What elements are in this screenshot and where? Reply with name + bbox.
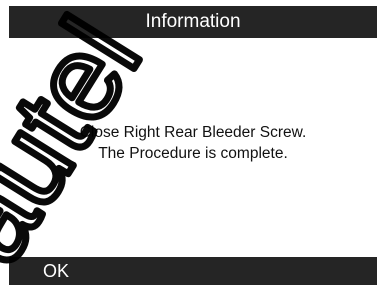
ok-button[interactable]: OK [43,257,69,285]
message-text: Close Right Rear Bleeder Screw. The Proc… [9,122,377,164]
dialog-title: Information [9,6,377,38]
dialog-footer: OK [9,257,377,285]
message-line-2: The Procedure is complete. [98,145,288,162]
message-line-1: Close Right Rear Bleeder Screw. [79,124,307,141]
information-dialog: Information Close Right Rear Bleeder Scr… [0,0,381,285]
dialog-content: Close Right Rear Bleeder Screw. The Proc… [9,38,377,257]
